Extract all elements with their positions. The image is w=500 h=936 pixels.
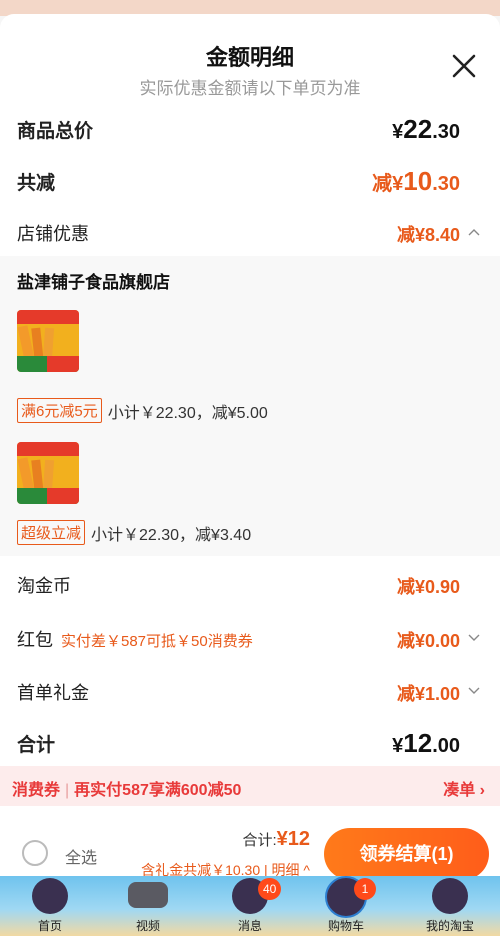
amount-detail-sheet: 金额明细 实际优惠金额请以下单页为准 商品总价 ¥22.30 共减 减¥10.3… bbox=[0, 14, 500, 876]
sheet-title: 金额明细 bbox=[205, 45, 294, 70]
tab-messages[interactable]: 40 消息 bbox=[210, 876, 290, 936]
sum-row: 合计 ¥12.00 bbox=[0, 722, 500, 762]
home-avatar-icon bbox=[32, 878, 68, 914]
product-thumbnail[interactable] bbox=[17, 442, 79, 504]
first-gift-label: 首单礼金 bbox=[17, 683, 89, 703]
shop-discount-value: 减¥8.40 bbox=[396, 225, 460, 245]
red-packet-label: 红包 实付差￥587可抵￥50消费券 bbox=[17, 630, 253, 650]
total-reduce-label: 共减 bbox=[17, 173, 56, 194]
footer-total-amount: ¥12 bbox=[276, 828, 310, 850]
red-packet-value: 减¥0.00 bbox=[396, 631, 460, 651]
video-icon bbox=[128, 882, 168, 908]
promo-line: 满6元减5元 小计￥22.30，减¥5.00 bbox=[17, 398, 268, 423]
select-all-label[interactable]: 全选 bbox=[65, 844, 97, 868]
red-packet-row[interactable]: 红包 实付差￥587可抵￥50消费券 减¥0.00 bbox=[0, 618, 500, 658]
total-reduce-row: 共减 减¥10.30 bbox=[0, 160, 500, 200]
shop-name: 盐津铺子食品旗舰店 bbox=[17, 273, 170, 292]
sum-value: ¥12.00 bbox=[392, 728, 460, 758]
product-thumbnail[interactable] bbox=[17, 310, 79, 372]
goods-total-label: 商品总价 bbox=[17, 121, 94, 142]
my-taobao-avatar-icon bbox=[432, 878, 468, 914]
messages-badge: 40 bbox=[258, 878, 282, 900]
shop-discount-row[interactable]: 店铺优惠 减¥8.40 bbox=[0, 212, 500, 252]
promo-subtotal: 小计￥22.30，减¥5.00 bbox=[107, 404, 268, 422]
coins-label: 淘金币 bbox=[17, 576, 71, 596]
promo-line: 超级立减 小计￥22.30，减¥3.40 bbox=[17, 520, 251, 545]
shop-discount-detail: 盐津铺子食品旗舰店 满6元减5元 小计￥22.30，减¥5.00 超级立减 小计… bbox=[0, 256, 500, 556]
shop-discount-label: 店铺优惠 bbox=[17, 224, 89, 244]
add-items-link[interactable]: 凑单 › bbox=[443, 776, 485, 800]
footer-gift-detail[interactable]: 含礼金共减￥10.30 | 明细 ^ bbox=[141, 860, 310, 876]
coupon-bar[interactable]: 消费券 | 再实付587享满600减50 凑单 › bbox=[0, 766, 500, 806]
coupon-bar-text: 消费券 | 再实付587享满600减50 bbox=[12, 782, 242, 799]
goods-total-value: ¥22.30 bbox=[392, 114, 460, 144]
red-packet-hint: 实付差￥587可抵￥50消费券 bbox=[61, 633, 253, 650]
cart-badge: 1 bbox=[354, 878, 376, 900]
promo-subtotal: 小计￥22.30，减¥3.40 bbox=[91, 526, 252, 544]
coins-row: 淘金币 减¥0.90 bbox=[0, 564, 500, 604]
footer-total: 合计:¥12 bbox=[242, 828, 310, 850]
tab-video[interactable]: 视频 bbox=[108, 876, 188, 936]
first-gift-row[interactable]: 首单礼金 减¥1.00 bbox=[0, 671, 500, 711]
checkout-button[interactable]: 领券结算(1) bbox=[324, 828, 489, 876]
chevron-up-icon: ^ bbox=[299, 862, 310, 876]
close-icon[interactable] bbox=[450, 52, 478, 80]
chevron-up-icon[interactable] bbox=[468, 228, 480, 236]
coins-value: 减¥0.90 bbox=[396, 577, 460, 597]
tab-cart[interactable]: 1 购物车 bbox=[306, 876, 386, 936]
checkout-footer: 全选 合计:¥12 含礼金共减￥10.30 | 明细 ^ 领券结算(1) bbox=[0, 822, 500, 876]
tab-my-taobao[interactable]: 我的淘宝 bbox=[410, 876, 490, 936]
sheet-subtitle: 实际优惠金额请以下单页为准 bbox=[139, 79, 361, 98]
total-reduce-value: 减¥10.30 bbox=[372, 166, 460, 196]
chevron-down-icon[interactable] bbox=[468, 687, 480, 695]
tab-home[interactable]: 首页 bbox=[10, 876, 90, 936]
select-all-checkbox[interactable] bbox=[22, 840, 48, 866]
goods-total-row: 商品总价 ¥22.30 bbox=[0, 108, 500, 148]
chevron-down-icon[interactable] bbox=[468, 634, 480, 642]
promo-tag: 超级立减 bbox=[17, 520, 86, 545]
promo-tag: 满6元减5元 bbox=[17, 398, 102, 423]
sum-label: 合计 bbox=[17, 735, 56, 756]
bottom-tabbar: 首页 视频 40 消息 1 购物车 我的淘宝 bbox=[0, 876, 500, 936]
first-gift-value: 减¥1.00 bbox=[396, 684, 460, 704]
